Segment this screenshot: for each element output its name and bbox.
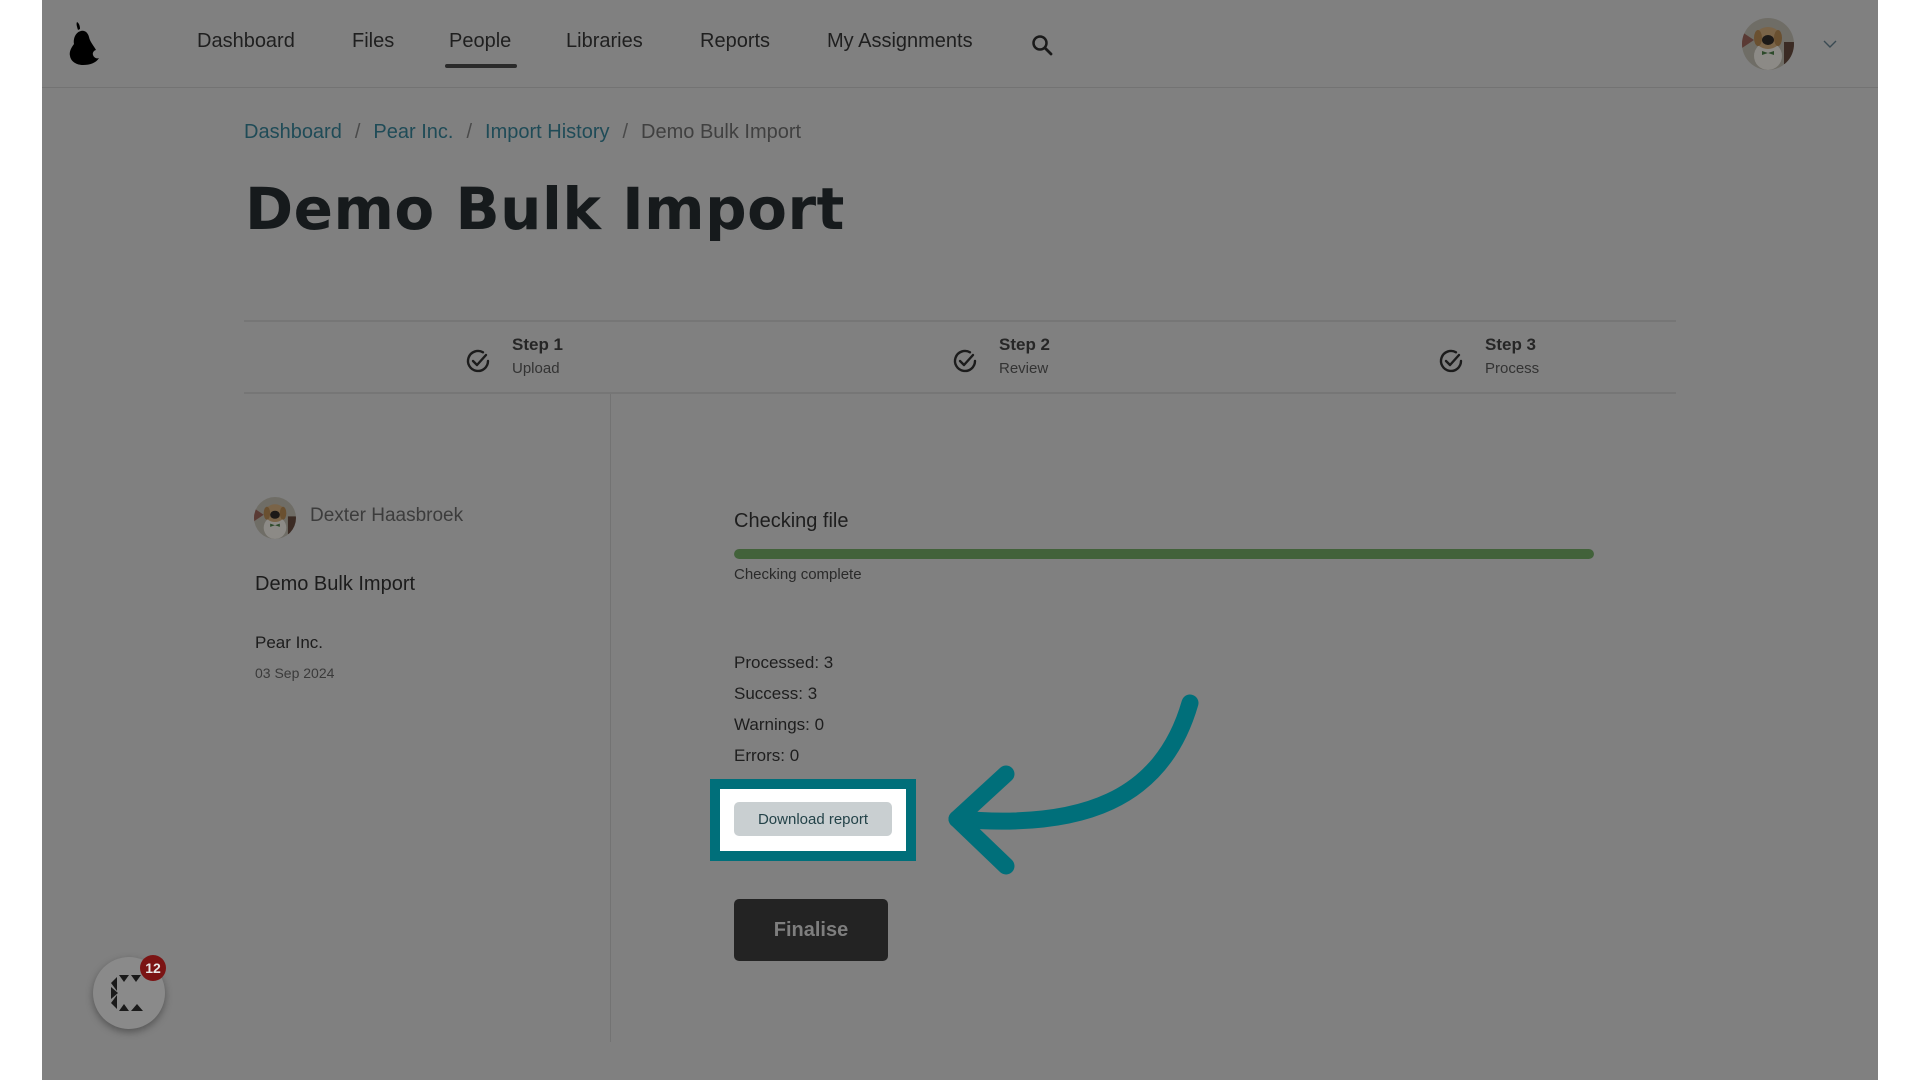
- check-circle-icon: [1439, 349, 1463, 373]
- import-date: 03 Sep 2024: [255, 665, 335, 681]
- step-subtitle: Review: [999, 360, 1049, 377]
- dog-photo-icon: [254, 497, 296, 539]
- checking-progress-bar: [734, 549, 1594, 559]
- breadcrumb-current: Demo Bulk Import: [641, 121, 802, 143]
- user-avatar[interactable]: [1742, 18, 1794, 70]
- import-name: Demo Bulk Import: [255, 573, 416, 595]
- top-navigation-bar: Dashboard Files People Libraries Reports…: [42, 0, 1878, 88]
- step-subtitle: Upload: [512, 360, 560, 377]
- nav-libraries[interactable]: Libraries: [566, 30, 643, 53]
- step-indicator: Step 1 Upload Step 2 Review Step 3 Proce…: [244, 320, 1676, 394]
- breadcrumb-separator: /: [622, 121, 629, 143]
- download-report-button[interactable]: Download report: [734, 802, 892, 836]
- check-circle-icon: [953, 349, 977, 373]
- breadcrumb: Dashboard / Pear Inc. / Import History / Demo …: [244, 121, 801, 144]
- nav-reports[interactable]: Reports: [700, 30, 770, 53]
- breadcrumb-import-history[interactable]: Import History: [485, 121, 609, 143]
- stat-errors: Errors: 0: [734, 746, 800, 765]
- breadcrumb-separator: /: [354, 121, 361, 143]
- stat-processed: Processed: 3: [734, 653, 834, 672]
- column-divider: [610, 394, 611, 1042]
- organization-name: Pear Inc.: [255, 633, 324, 652]
- nav-active-indicator: [445, 64, 517, 68]
- nav-people[interactable]: People: [449, 30, 511, 53]
- step-title: Step 3: [1485, 335, 1537, 354]
- notification-badge: 12: [140, 955, 166, 981]
- progress-fill: [734, 549, 1594, 559]
- step-subtitle: Process: [1485, 360, 1540, 377]
- checking-status: Checking complete: [734, 566, 862, 583]
- chevron-down-icon[interactable]: [1822, 38, 1838, 50]
- check-circle-icon: [466, 349, 490, 373]
- breadcrumb-pear-inc[interactable]: Pear Inc.: [373, 121, 453, 143]
- nav-files[interactable]: Files: [352, 30, 394, 53]
- search-icon[interactable]: [1030, 33, 1054, 57]
- nav-dashboard[interactable]: Dashboard: [197, 30, 295, 53]
- curved-arrow-icon: [948, 694, 1199, 875]
- breadcrumb-dashboard[interactable]: Dashboard: [244, 121, 342, 143]
- breadcrumb-separator: /: [466, 121, 473, 143]
- finalise-button[interactable]: Finalise: [734, 899, 888, 961]
- step-title: Step 2: [999, 335, 1051, 354]
- pear-logo-icon[interactable]: [68, 20, 102, 66]
- author-name: Dexter Haasbroek: [310, 505, 464, 526]
- page-title: Demo Bulk Import: [245, 175, 845, 243]
- step-title: Step 1: [512, 335, 564, 354]
- stat-warnings: Warnings: 0: [734, 715, 825, 734]
- dog-photo-icon: [1742, 18, 1794, 70]
- author-avatar: [254, 497, 296, 539]
- page: Dashboard Files People Libraries Reports…: [42, 0, 1878, 1080]
- nav-my-assignments[interactable]: My Assignments: [827, 30, 973, 53]
- stat-success: Success: 3: [734, 684, 818, 703]
- checking-title: Checking file: [734, 510, 849, 532]
